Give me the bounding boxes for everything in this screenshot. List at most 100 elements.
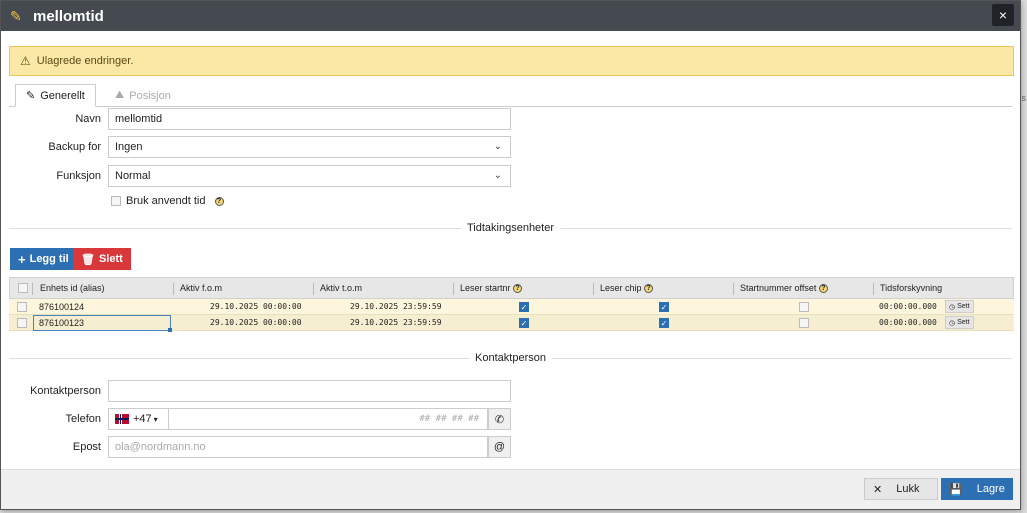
- help-icon[interactable]: ?: [214, 196, 224, 206]
- add-unit-button[interactable]: + Legg til: [10, 248, 77, 270]
- email-field[interactable]: ola@nordmann.no: [108, 436, 488, 458]
- units-title: Tidtakingsenheter: [460, 222, 561, 234]
- set-time-button[interactable]: ◷ Sett: [945, 316, 974, 329]
- reads-start-checkbox[interactable]: ✓: [519, 301, 529, 312]
- close-dialog-button[interactable]: ✕ Lukk: [864, 478, 938, 500]
- save-icon: 💾: [949, 483, 963, 496]
- close-dialog-label: Lukk: [896, 483, 920, 495]
- tab-general-label: Generellt: [40, 89, 85, 102]
- chevron-down-icon: ⌄: [493, 170, 502, 181]
- table-row[interactable]: 876100123 29.10.2025 00:00:00 29.10.2025…: [9, 315, 1014, 332]
- col-reads-chip-label: Leser chip: [600, 282, 642, 293]
- contact-title: Kontaktperson: [469, 352, 552, 364]
- phone-icon[interactable]: ✆: [488, 408, 511, 430]
- phone-prefix: +47: [133, 413, 152, 425]
- units-divider: Tidtakingsenheter: [9, 222, 1012, 234]
- save-button[interactable]: 💾 Lagre: [941, 478, 1013, 500]
- offset-checkbox[interactable]: [799, 301, 809, 312]
- column-separator: [313, 283, 314, 295]
- help-icon: ?: [644, 284, 654, 294]
- unit-id[interactable]: 876100124: [39, 302, 84, 312]
- col-start-offset-label: Startnummer offset: [740, 282, 817, 293]
- tab-position-label: Posisjon: [129, 89, 171, 102]
- close-icon: ✕: [873, 483, 883, 496]
- column-separator: [593, 283, 594, 295]
- tab-position[interactable]: ⛰ Posisjon: [105, 84, 181, 107]
- clock-icon: ◷: [949, 303, 956, 311]
- contact-person-field[interactable]: [108, 380, 511, 402]
- column-separator: [733, 283, 734, 295]
- col-unit-id[interactable]: Enhets id (alias): [40, 283, 105, 293]
- reads-start-checkbox[interactable]: ✓: [519, 317, 529, 328]
- at-icon[interactable]: @: [488, 436, 511, 458]
- warning-icon: ⚠: [20, 54, 31, 68]
- tab-bar: ✎ Generellt ⛰ Posisjon: [9, 84, 1012, 107]
- col-reads-start-label: Leser startnr: [460, 282, 511, 293]
- table-row[interactable]: 876100124 29.10.2025 00:00:00 29.10.2025…: [9, 299, 1014, 315]
- set-time-label: Sett: [957, 303, 970, 310]
- function-value: Normal: [115, 170, 151, 182]
- phone-label: Telefon: [65, 413, 101, 425]
- pencil-icon: ✎: [10, 7, 22, 24]
- col-active-from[interactable]: Aktiv f.o.m: [180, 283, 222, 293]
- function-label: Funksjon: [56, 170, 101, 182]
- set-time-label: Sett: [957, 319, 970, 326]
- backup-select[interactable]: Ingen ⌄: [108, 136, 511, 158]
- col-active-to[interactable]: Aktiv t.o.m: [320, 283, 362, 293]
- col-reads-chip[interactable]: Leser chip ?: [600, 282, 654, 294]
- row-checkbox[interactable]: [17, 301, 27, 312]
- contact-person-label: Kontaktperson: [30, 385, 101, 397]
- tab-general[interactable]: ✎ Generellt: [15, 84, 96, 107]
- plus-icon: +: [18, 251, 26, 267]
- use-time-checkbox[interactable]: [111, 196, 121, 206]
- alert-text: Ulagrede endringer.: [36, 55, 134, 67]
- row-checkbox[interactable]: [17, 317, 27, 328]
- name-field[interactable]: mellomtid: [108, 108, 511, 130]
- unsaved-alert: ⚠ Ulagrede endringer.: [9, 46, 1014, 76]
- offset-checkbox[interactable]: [799, 317, 809, 328]
- help-icon: ?: [513, 284, 523, 294]
- title-bar: ✎ mellomtid ×: [1, 1, 1020, 31]
- col-start-offset[interactable]: Startnummer offset ?: [740, 282, 828, 294]
- reads-chip-checkbox[interactable]: ✓: [659, 317, 669, 328]
- clock-icon: ◷: [949, 319, 956, 327]
- active-to[interactable]: 29.10.2025 23:59:59: [350, 302, 442, 311]
- dialog-title: mellomtid: [33, 7, 104, 25]
- name-value: mellomtid: [115, 113, 163, 125]
- contact-divider: Kontaktperson: [9, 352, 1012, 364]
- delete-unit-button[interactable]: 🗑 Slett: [73, 248, 131, 270]
- column-separator: [453, 283, 454, 295]
- active-from[interactable]: 29.10.2025 00:00:00: [210, 302, 302, 311]
- caret-down-icon: ▾: [153, 414, 158, 424]
- close-button[interactable]: ×: [992, 4, 1014, 26]
- units-grid: Enhets id (alias) Aktiv f.o.m Aktiv t.o.…: [9, 277, 1014, 332]
- phone-field[interactable]: ## ## ## ##: [168, 408, 488, 430]
- time-shift[interactable]: 00:00:00.000: [879, 318, 937, 327]
- trash-icon: 🗑: [81, 253, 95, 266]
- active-to[interactable]: 29.10.2025 23:59:59: [350, 318, 442, 327]
- dialog-body: ⚠ Ulagrede endringer. ✎ Generellt ⛰ Posi…: [1, 31, 1020, 469]
- phone-placeholder: ## ## ## ##: [419, 414, 479, 424]
- set-time-button[interactable]: ◷ Sett: [945, 300, 974, 313]
- use-time-label: Bruk anvendt tid: [126, 195, 206, 207]
- map-icon: ⛰: [115, 89, 125, 101]
- function-select[interactable]: Normal ⌄: [108, 165, 511, 187]
- help-icon: ?: [818, 284, 828, 294]
- reads-chip-checkbox[interactable]: ✓: [659, 301, 669, 312]
- column-separator: [173, 283, 174, 295]
- name-label: Navn: [75, 113, 101, 125]
- country-code-select[interactable]: +47 ▾: [108, 408, 168, 430]
- backup-value: Ingen: [115, 141, 143, 153]
- time-shift[interactable]: 00:00:00.000: [879, 302, 937, 311]
- norway-flag-icon: [115, 414, 129, 424]
- edit-icon: ✎: [26, 90, 36, 102]
- email-placeholder: ola@nordmann.no: [115, 441, 206, 453]
- save-label: Lagre: [976, 483, 1005, 495]
- active-from[interactable]: 29.10.2025 00:00:00: [210, 318, 302, 327]
- col-time-shift[interactable]: Tidsforskyvning: [880, 283, 942, 293]
- use-time-row: Bruk anvendt tid ?: [111, 195, 224, 207]
- unit-id[interactable]: 876100123: [39, 318, 84, 328]
- col-reads-start[interactable]: Leser startnr ?: [460, 282, 523, 294]
- select-all-checkbox[interactable]: [18, 283, 28, 293]
- edit-dialog: ✎ mellomtid × ⚠ Ulagrede endringer. ✎ Ge…: [0, 0, 1021, 510]
